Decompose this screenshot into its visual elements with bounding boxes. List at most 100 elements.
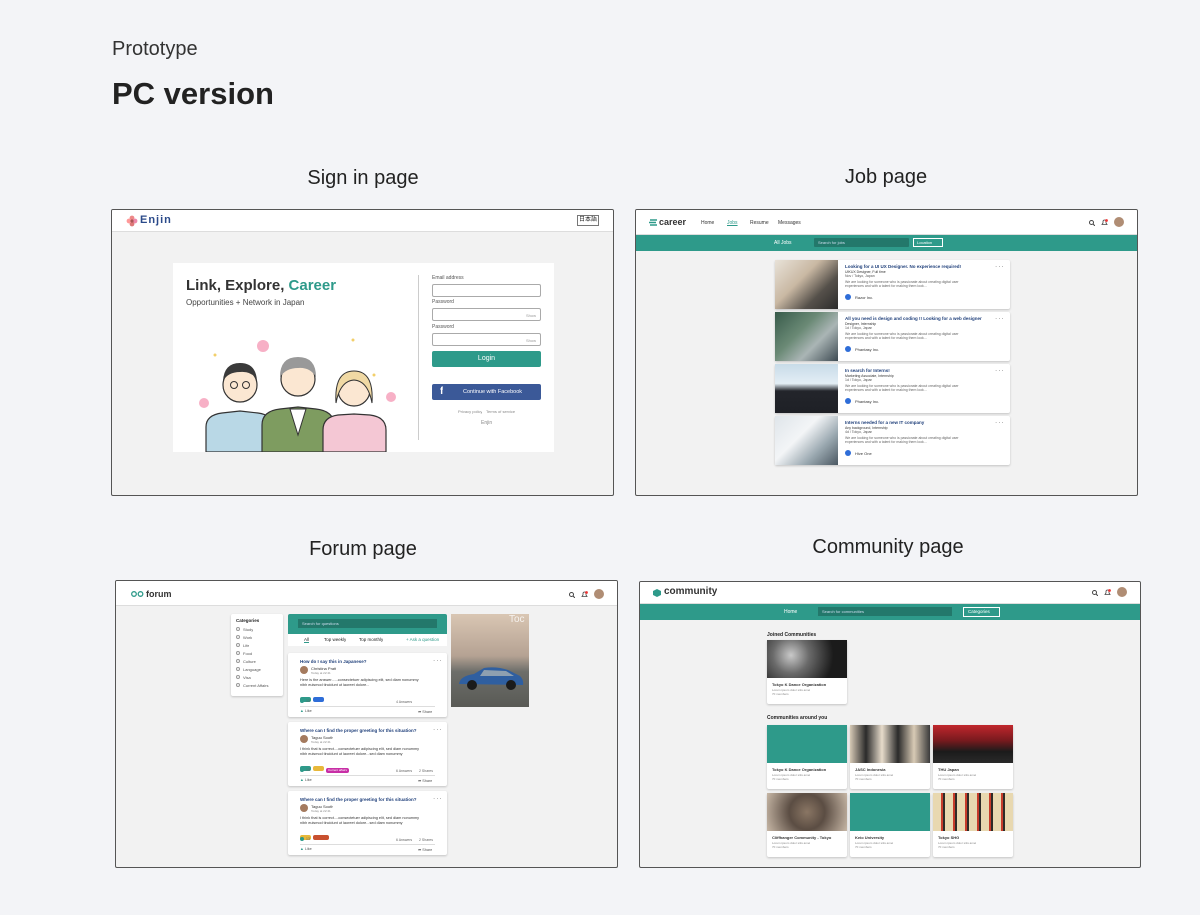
search-icon[interactable] — [569, 592, 575, 598]
like-button[interactable]: ▲ Like — [300, 709, 312, 713]
tab-all[interactable]: All — [304, 637, 310, 643]
ask-question-button[interactable]: + Ask a question — [406, 637, 439, 642]
language-toggle[interactable]: 日本語 — [577, 215, 599, 226]
more-options-icon[interactable]: ... — [995, 364, 1005, 373]
forum-post[interactable]: Where can I find the proper greeting for… — [288, 791, 447, 855]
avatar[interactable] — [1117, 587, 1127, 597]
community-name[interactable]: Keio University — [855, 835, 927, 840]
community-card[interactable]: THU Japan Lorem ipsum dolor sitis amet 7… — [933, 725, 1013, 789]
community-name[interactable]: THU Japan — [938, 767, 1010, 772]
job-card[interactable]: All you need is design and coding !! Loo… — [775, 312, 1010, 361]
share-button[interactable]: ➦ Share — [418, 709, 432, 714]
post-title[interactable]: Where can I find the proper greeting for… — [300, 728, 417, 733]
community-card[interactable]: JASC Indonesia Lorem ipsum dolor sitis a… — [850, 725, 930, 789]
community-card[interactable]: Tokyo SHG Lorem ipsum dolor sitis amet 7… — [933, 793, 1013, 857]
category-radio[interactable] — [236, 683, 240, 687]
category-label[interactable]: Food — [243, 651, 252, 656]
like-button[interactable]: ▲ Like — [300, 778, 312, 782]
nav-resume[interactable]: Resume — [750, 220, 769, 226]
community-card[interactable]: Cliffhanger Community - Tokyo Lorem ipsu… — [767, 793, 847, 857]
forum-logo[interactable]: forum — [146, 589, 172, 599]
password-field[interactable]: Show — [432, 308, 541, 321]
more-options-icon[interactable]: ... — [995, 312, 1005, 321]
bell-icon[interactable] — [1104, 589, 1111, 596]
job-title[interactable]: All you need is design and coding !! Loo… — [845, 316, 995, 321]
search-icon[interactable] — [1092, 590, 1098, 596]
login-button[interactable]: Login — [432, 351, 541, 367]
community-card[interactable]: Keio University Lorem ipsum dolor sitis … — [850, 793, 930, 857]
show-password-confirm-toggle[interactable]: Show — [526, 338, 536, 343]
job-title[interactable]: Looking for a UI UX Designer. No experie… — [845, 264, 995, 269]
post-title[interactable]: How do I say this in Japanese? — [300, 659, 367, 664]
community-name[interactable]: Tokyo K Dance Organization — [772, 767, 844, 772]
more-options-icon[interactable]: ... — [995, 416, 1005, 425]
category-radio[interactable] — [236, 667, 240, 671]
job-card[interactable]: Interns needed for a new IT company Any … — [775, 416, 1010, 465]
car-ad-image[interactable]: Toc — [451, 614, 529, 707]
more-options-icon[interactable]: ... — [995, 260, 1005, 269]
upvote-icon[interactable] — [300, 699, 304, 703]
search-icon[interactable] — [1089, 220, 1095, 226]
bell-icon[interactable] — [1101, 219, 1108, 226]
email-field[interactable] — [432, 284, 541, 297]
community-name[interactable]: Cliffhanger Community - Tokyo — [772, 835, 844, 840]
more-options-icon[interactable]: ... — [433, 723, 443, 732]
share-button[interactable]: ➦ Share — [418, 778, 432, 783]
facebook-button[interactable]: f Continue with Facebook — [432, 384, 541, 400]
avatar[interactable] — [594, 589, 604, 599]
community-name[interactable]: Tokyo SHG — [938, 835, 1010, 840]
show-password-toggle[interactable]: Show — [526, 313, 536, 318]
community-name[interactable]: Tokyo K Dance Organization — [772, 682, 844, 687]
community-name[interactable]: JASC Indonesia — [855, 767, 927, 772]
nav-messages[interactable]: Messages — [778, 220, 801, 226]
community-search-input[interactable]: Search for communities — [818, 607, 952, 616]
location-dropdown[interactable]: Location — [913, 238, 943, 247]
upvote-icon[interactable] — [300, 837, 304, 841]
tab-top-weekly[interactable]: Top weekly — [324, 637, 346, 642]
like-button[interactable]: ▲ Like — [300, 847, 312, 851]
community-logo[interactable]: community — [664, 586, 717, 597]
signup-link[interactable]: Enjin — [481, 420, 492, 426]
nav-home[interactable]: Home — [701, 220, 714, 226]
post-title[interactable]: Where can I find the proper greeting for… — [300, 797, 417, 802]
more-options-icon[interactable]: ... — [433, 654, 443, 663]
home-dropdown[interactable]: Home — [784, 609, 797, 615]
categories-dropdown[interactable]: Categories — [963, 607, 1000, 617]
category-label[interactable]: Language — [243, 667, 261, 672]
category-label[interactable]: Culture — [243, 659, 256, 664]
forum-post[interactable]: How do I say this in Japanese? ... Chris… — [288, 653, 447, 717]
job-search-input[interactable]: Search for jobs — [814, 238, 909, 247]
privacy-link[interactable]: Privacy policy — [458, 409, 482, 414]
category-label[interactable]: Life — [243, 643, 249, 648]
more-options-icon[interactable]: ... — [433, 792, 443, 801]
job-title[interactable]: Interns needed for a new IT company — [845, 420, 995, 425]
password-confirm-field[interactable]: Show — [432, 333, 541, 346]
terms-link[interactable]: Terms of service — [486, 409, 515, 414]
signin-logo[interactable]: Enjin — [140, 214, 172, 226]
category-label[interactable]: Work — [243, 635, 252, 640]
category-label[interactable]: Current Affairs — [243, 683, 269, 688]
category-radio[interactable] — [236, 675, 240, 679]
category-radio[interactable] — [236, 659, 240, 663]
job-card[interactable]: In search for Interns! Marketing Associa… — [775, 364, 1010, 413]
all-jobs-dropdown[interactable]: All Jobs — [774, 240, 792, 246]
bell-icon[interactable] — [581, 591, 588, 598]
category-label[interactable]: Visa — [243, 675, 251, 680]
upvote-icon[interactable] — [300, 768, 304, 772]
category-radio[interactable] — [236, 651, 240, 655]
category-radio[interactable] — [236, 627, 240, 631]
community-card[interactable]: Tokyo K Dance Organization Lorem ipsum d… — [767, 725, 847, 789]
joined-community-card[interactable]: Tokyo K Dance Organization Lorem ipsum d… — [767, 640, 847, 704]
job-card[interactable]: Looking for a UI UX Designer. No experie… — [775, 260, 1010, 309]
category-label[interactable]: Study — [243, 627, 253, 632]
category-radio[interactable] — [236, 643, 240, 647]
category-radio[interactable] — [236, 635, 240, 639]
nav-jobs[interactable]: Jobs — [727, 220, 738, 226]
share-button[interactable]: ➦ Share — [418, 847, 432, 852]
job-title[interactable]: In search for Interns! — [845, 368, 995, 373]
avatar[interactable] — [1114, 217, 1124, 227]
tab-top-monthly[interactable]: Top monthly — [359, 637, 383, 642]
forum-search-input[interactable]: Search for questions — [298, 619, 437, 628]
forum-post[interactable]: Where can I find the proper greeting for… — [288, 722, 447, 786]
career-logo[interactable]: career — [659, 217, 686, 227]
